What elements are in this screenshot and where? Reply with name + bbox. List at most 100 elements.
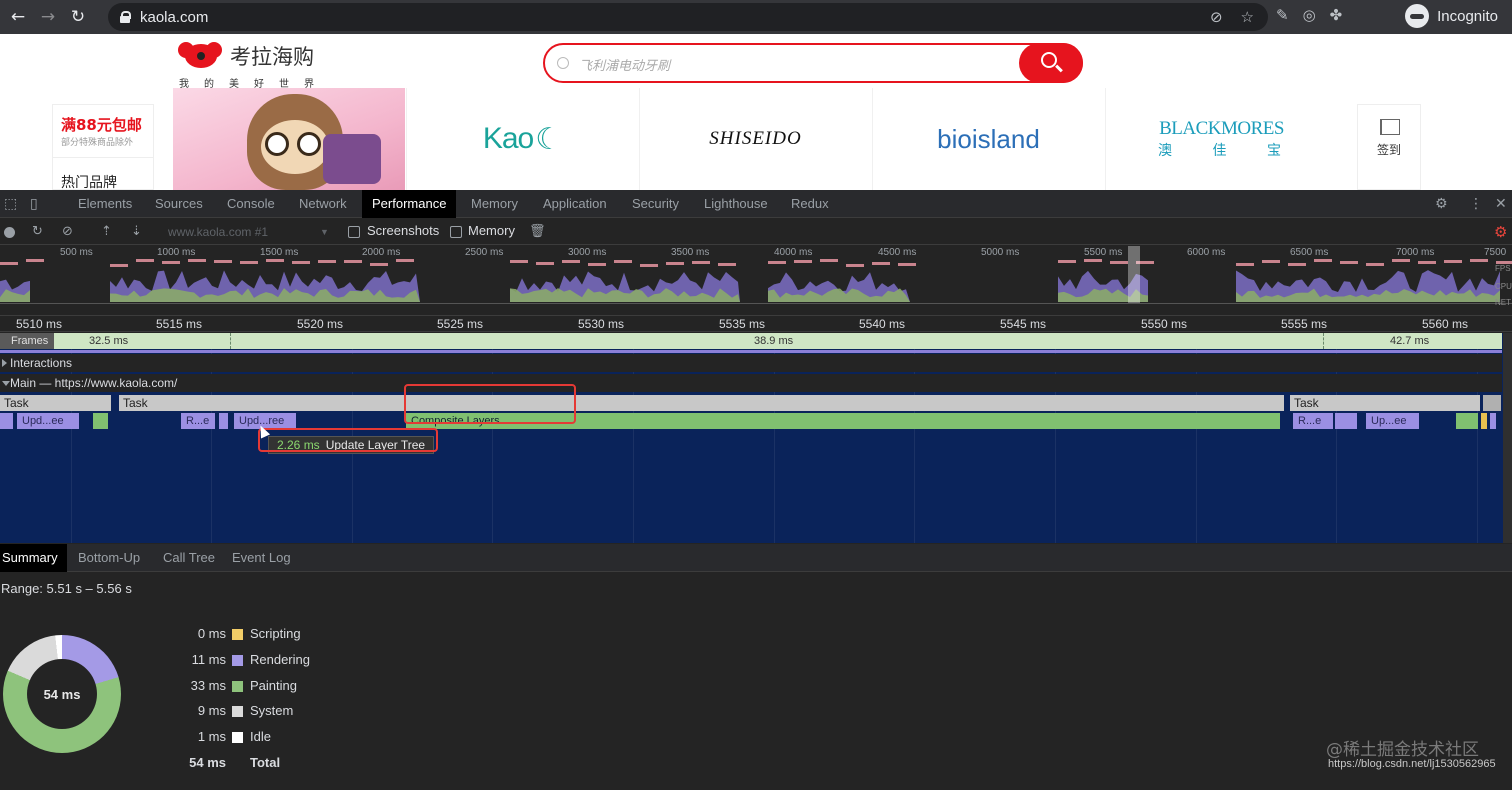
search-input[interactable]: 飞利浦电动牙刷 [579, 55, 670, 74]
fps-frame-mark [1314, 259, 1332, 262]
tab-bottom-up[interactable]: Bottom-Up [76, 544, 142, 572]
brand-blackmores[interactable]: BLACKMORES 澳 佳 宝 [1105, 88, 1337, 190]
screenshots-checkbox[interactable] [348, 226, 360, 238]
event-block[interactable] [0, 413, 13, 429]
script-block[interactable] [1481, 413, 1487, 429]
tab-event-log[interactable]: Event Log [230, 544, 293, 572]
update-layer-tree-block[interactable]: Upd...ee [17, 413, 79, 429]
tab-elements[interactable]: Elements [68, 190, 142, 218]
frames-track[interactable]: Frames 32.5 ms 38.9 ms 42.7 ms [0, 333, 1502, 349]
incognito-profile[interactable]: Incognito [1405, 4, 1498, 28]
fps-frame-mark [370, 263, 388, 266]
fps-frame-mark [536, 262, 554, 265]
task-block[interactable]: Task [119, 395, 1284, 411]
tab-console[interactable]: Console [217, 190, 285, 218]
puzzle-icon[interactable]: ✤ [1330, 6, 1343, 24]
summary-category: Idle [250, 729, 271, 745]
flame-scrollbar[interactable] [1503, 333, 1512, 543]
paint-block[interactable] [93, 413, 108, 429]
brand-bioisland[interactable]: bioisland [872, 88, 1104, 190]
frame-time[interactable]: 32.5 ms [89, 333, 128, 349]
pen-icon[interactable]: ✎ [1276, 6, 1289, 24]
tab-redux[interactable]: Redux [781, 190, 839, 218]
browser-toolbar: ← → ↻ kaola.com ⊘ ☆ ✎ ◎ ✤ Incognito [0, 0, 1512, 34]
highlight-box [258, 428, 438, 452]
tab-sources[interactable]: Sources [145, 190, 213, 218]
tab-memory[interactable]: Memory [461, 190, 528, 218]
ruler-tick-label: 5520 ms [297, 317, 344, 331]
interactions-track[interactable]: Interactions [0, 354, 1502, 372]
task-block[interactable]: Task [1290, 395, 1480, 411]
tab-call-tree[interactable]: Call Tree [161, 544, 217, 572]
shipping-promo[interactable]: 满88元包邮 部分特殊商品除外 热门品牌 [52, 104, 154, 191]
eye-off-icon[interactable]: ⊘ [1210, 8, 1223, 26]
fps-frame-mark [110, 264, 128, 267]
event-block[interactable] [1335, 413, 1357, 429]
reload-icon[interactable]: ↻ [66, 5, 90, 29]
lock-icon [120, 11, 131, 23]
update-layer-tree-block[interactable]: Up...ee [1366, 413, 1419, 429]
fps-frame-mark [240, 261, 258, 264]
more-menu-icon[interactable]: ⋮ [1469, 196, 1483, 212]
tab-summary[interactable]: Summary [0, 544, 67, 572]
frame-time[interactable]: 38.9 ms [754, 333, 793, 349]
signin-button[interactable]: 签到 [1357, 104, 1421, 190]
tab-performance[interactable]: Performance [362, 190, 457, 218]
forward-arrow-icon[interactable]: → [36, 5, 60, 29]
tab-application[interactable]: Application [533, 190, 617, 218]
ruler-tick-label: 5515 ms [156, 317, 203, 331]
frame-time[interactable]: 42.7 ms [1390, 333, 1429, 349]
fps-frame-mark [872, 262, 890, 265]
fps-frame-mark [898, 263, 916, 266]
net-label: NET [1495, 298, 1511, 307]
clear-icon[interactable]: ⊘ [62, 224, 73, 239]
fps-frame-mark [820, 259, 838, 262]
event-block[interactable] [1490, 413, 1496, 429]
event-block[interactable] [219, 413, 228, 429]
brand-shiseido[interactable]: SHISEIDO [639, 88, 871, 190]
tab-security[interactable]: Security [622, 190, 689, 218]
range-label: Range: 5.51 s – 5.56 s [1, 581, 132, 596]
capture-settings-icon[interactable]: ⚙ [1494, 223, 1507, 241]
trash-icon[interactable]: 🗑 [529, 224, 546, 239]
profile-select[interactable]: www.kaola.com #1 ▼ [160, 221, 336, 243]
recalc-style-block[interactable]: R...e [181, 413, 215, 429]
summary-category: Painting [250, 677, 297, 693]
timeline-overview[interactable]: 500 ms 1000 ms 1500 ms 2000 ms 2500 ms 3000 m… [0, 246, 1512, 316]
tab-network[interactable]: Network [289, 190, 357, 218]
donut-total: 54 ms [27, 659, 97, 729]
close-icon[interactable]: ✕ [1495, 196, 1507, 212]
inspect-element-icon[interactable]: ⬚ [4, 196, 17, 212]
brand-kao[interactable]: Kao ☾ [406, 88, 638, 190]
search-button[interactable] [1019, 43, 1083, 83]
main-thread-track[interactable]: Main — https://www.kaola.com/ [0, 374, 1502, 392]
fps-frame-mark [1392, 259, 1410, 262]
flame-chart[interactable]: Frames 32.5 ms 38.9 ms 42.7 ms Interacti… [0, 333, 1512, 543]
back-arrow-icon[interactable]: ← [6, 5, 30, 29]
paint-block[interactable] [1456, 413, 1478, 429]
fps-frame-mark [266, 259, 284, 262]
download-icon[interactable]: ⇣ [131, 224, 142, 239]
recalc-style-block[interactable]: R...e [1293, 413, 1333, 429]
task-block[interactable]: Task [0, 395, 111, 411]
ruler-tick-label: 5525 ms [437, 317, 484, 331]
target-icon[interactable]: ◎ [1303, 6, 1316, 24]
fps-frame-mark [214, 260, 232, 263]
star-icon[interactable]: ☆ [1241, 8, 1254, 26]
device-toolbar-icon[interactable]: ▯ [30, 196, 38, 212]
koala-logo-icon [178, 40, 224, 70]
promo-banner[interactable] [173, 88, 405, 190]
ruler-tick-label: 5510 ms [16, 317, 63, 331]
url-text[interactable]: kaola.com [140, 9, 208, 26]
record-icon[interactable] [4, 227, 15, 238]
reload-record-icon[interactable]: ↻ [32, 224, 43, 239]
summary-value: 33 ms [190, 677, 226, 693]
fps-frame-mark [562, 260, 580, 263]
settings-gear-icon[interactable]: ⚙ [1435, 196, 1448, 212]
address-bar[interactable]: kaola.com ⊘ ☆ [108, 3, 1268, 31]
task-block[interactable] [1483, 395, 1501, 411]
fps-frame-mark [1418, 261, 1436, 264]
upload-icon[interactable]: ⇡ [101, 224, 112, 239]
memory-checkbox[interactable] [450, 226, 462, 238]
tab-lighthouse[interactable]: Lighthouse [694, 190, 778, 218]
